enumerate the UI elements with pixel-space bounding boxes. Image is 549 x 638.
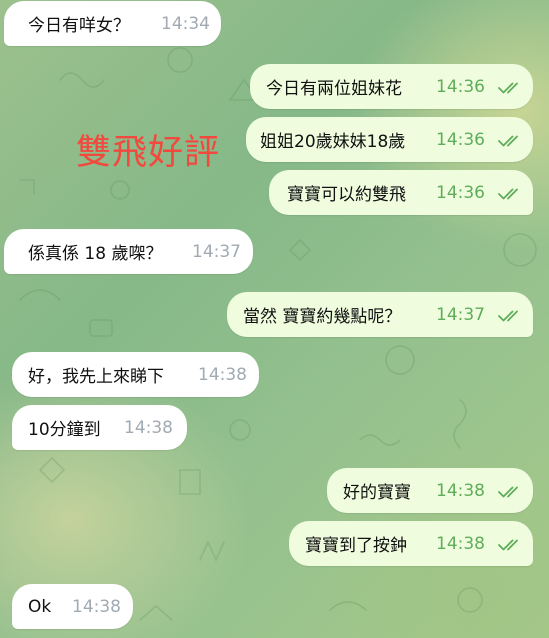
message-time: 14:36 [436,77,485,97]
message-text: 姐姐20歲妹妹18歲 [260,132,406,152]
message-time: 14:38 [436,481,485,501]
message-text: 係真係 18 歲㗎？ [28,244,163,264]
double-check-icon [498,135,518,147]
message-time: 14:38 [436,534,485,554]
message-text: 10分鐘到 [28,420,101,440]
message-text: 今日有咩女？ [28,16,130,36]
message-text: Ok [28,596,52,617]
message-text: 今日有兩位姐妹花 [266,79,402,99]
message-bubble-outgoing[interactable]: 寶寶到了按鈡 14:38 [289,521,533,566]
message-text: 當然 寶寶約幾點呢？ [243,307,402,327]
message-bubble-incoming[interactable]: 好，我先上來睇下 14:38 [12,352,259,397]
message-bubble-outgoing[interactable]: 好的寶寶 14:38 [327,468,533,513]
message-time: 14:36 [436,130,485,150]
message-time: 14:37 [436,305,485,325]
message-text: 好的寶寶 [343,483,411,503]
message-bubble-incoming[interactable]: 今日有咩女？ 14:34 [4,1,221,46]
message-text: 寶寶可以約雙飛 [287,185,406,205]
message-bubble-outgoing[interactable]: 姐姐20歲妹妹18歲 14:36 [246,117,533,162]
double-check-icon [498,82,518,94]
message-time: 14:36 [436,183,485,203]
message-time: 14:37 [192,242,241,262]
message-time: 14:38 [124,418,173,438]
double-check-icon [498,188,518,200]
double-check-icon [498,486,518,498]
message-time: 14:34 [161,14,210,34]
message-time: 14:38 [198,365,247,385]
message-text: 好，我先上來睇下 [28,367,164,387]
message-time: 14:38 [72,597,121,617]
message-bubble-outgoing[interactable]: 寶寶可以約雙飛 14:36 [269,170,533,215]
message-bubble-incoming[interactable]: 10分鐘到 14:38 [12,405,187,450]
message-bubble-incoming[interactable]: Ok 14:38 [12,584,133,629]
double-check-icon [498,310,518,322]
message-bubble-outgoing[interactable]: 今日有兩位姐妹花 14:36 [250,64,533,109]
message-bubble-outgoing[interactable]: 當然 寶寶約幾點呢？ 14:37 [227,292,533,337]
double-check-icon [498,539,518,551]
overlay-caption: 雙飛好評 [76,133,221,173]
message-text: 寶寶到了按鈡 [305,536,407,556]
message-bubble-incoming[interactable]: 係真係 18 歲㗎？ 14:37 [4,229,253,274]
